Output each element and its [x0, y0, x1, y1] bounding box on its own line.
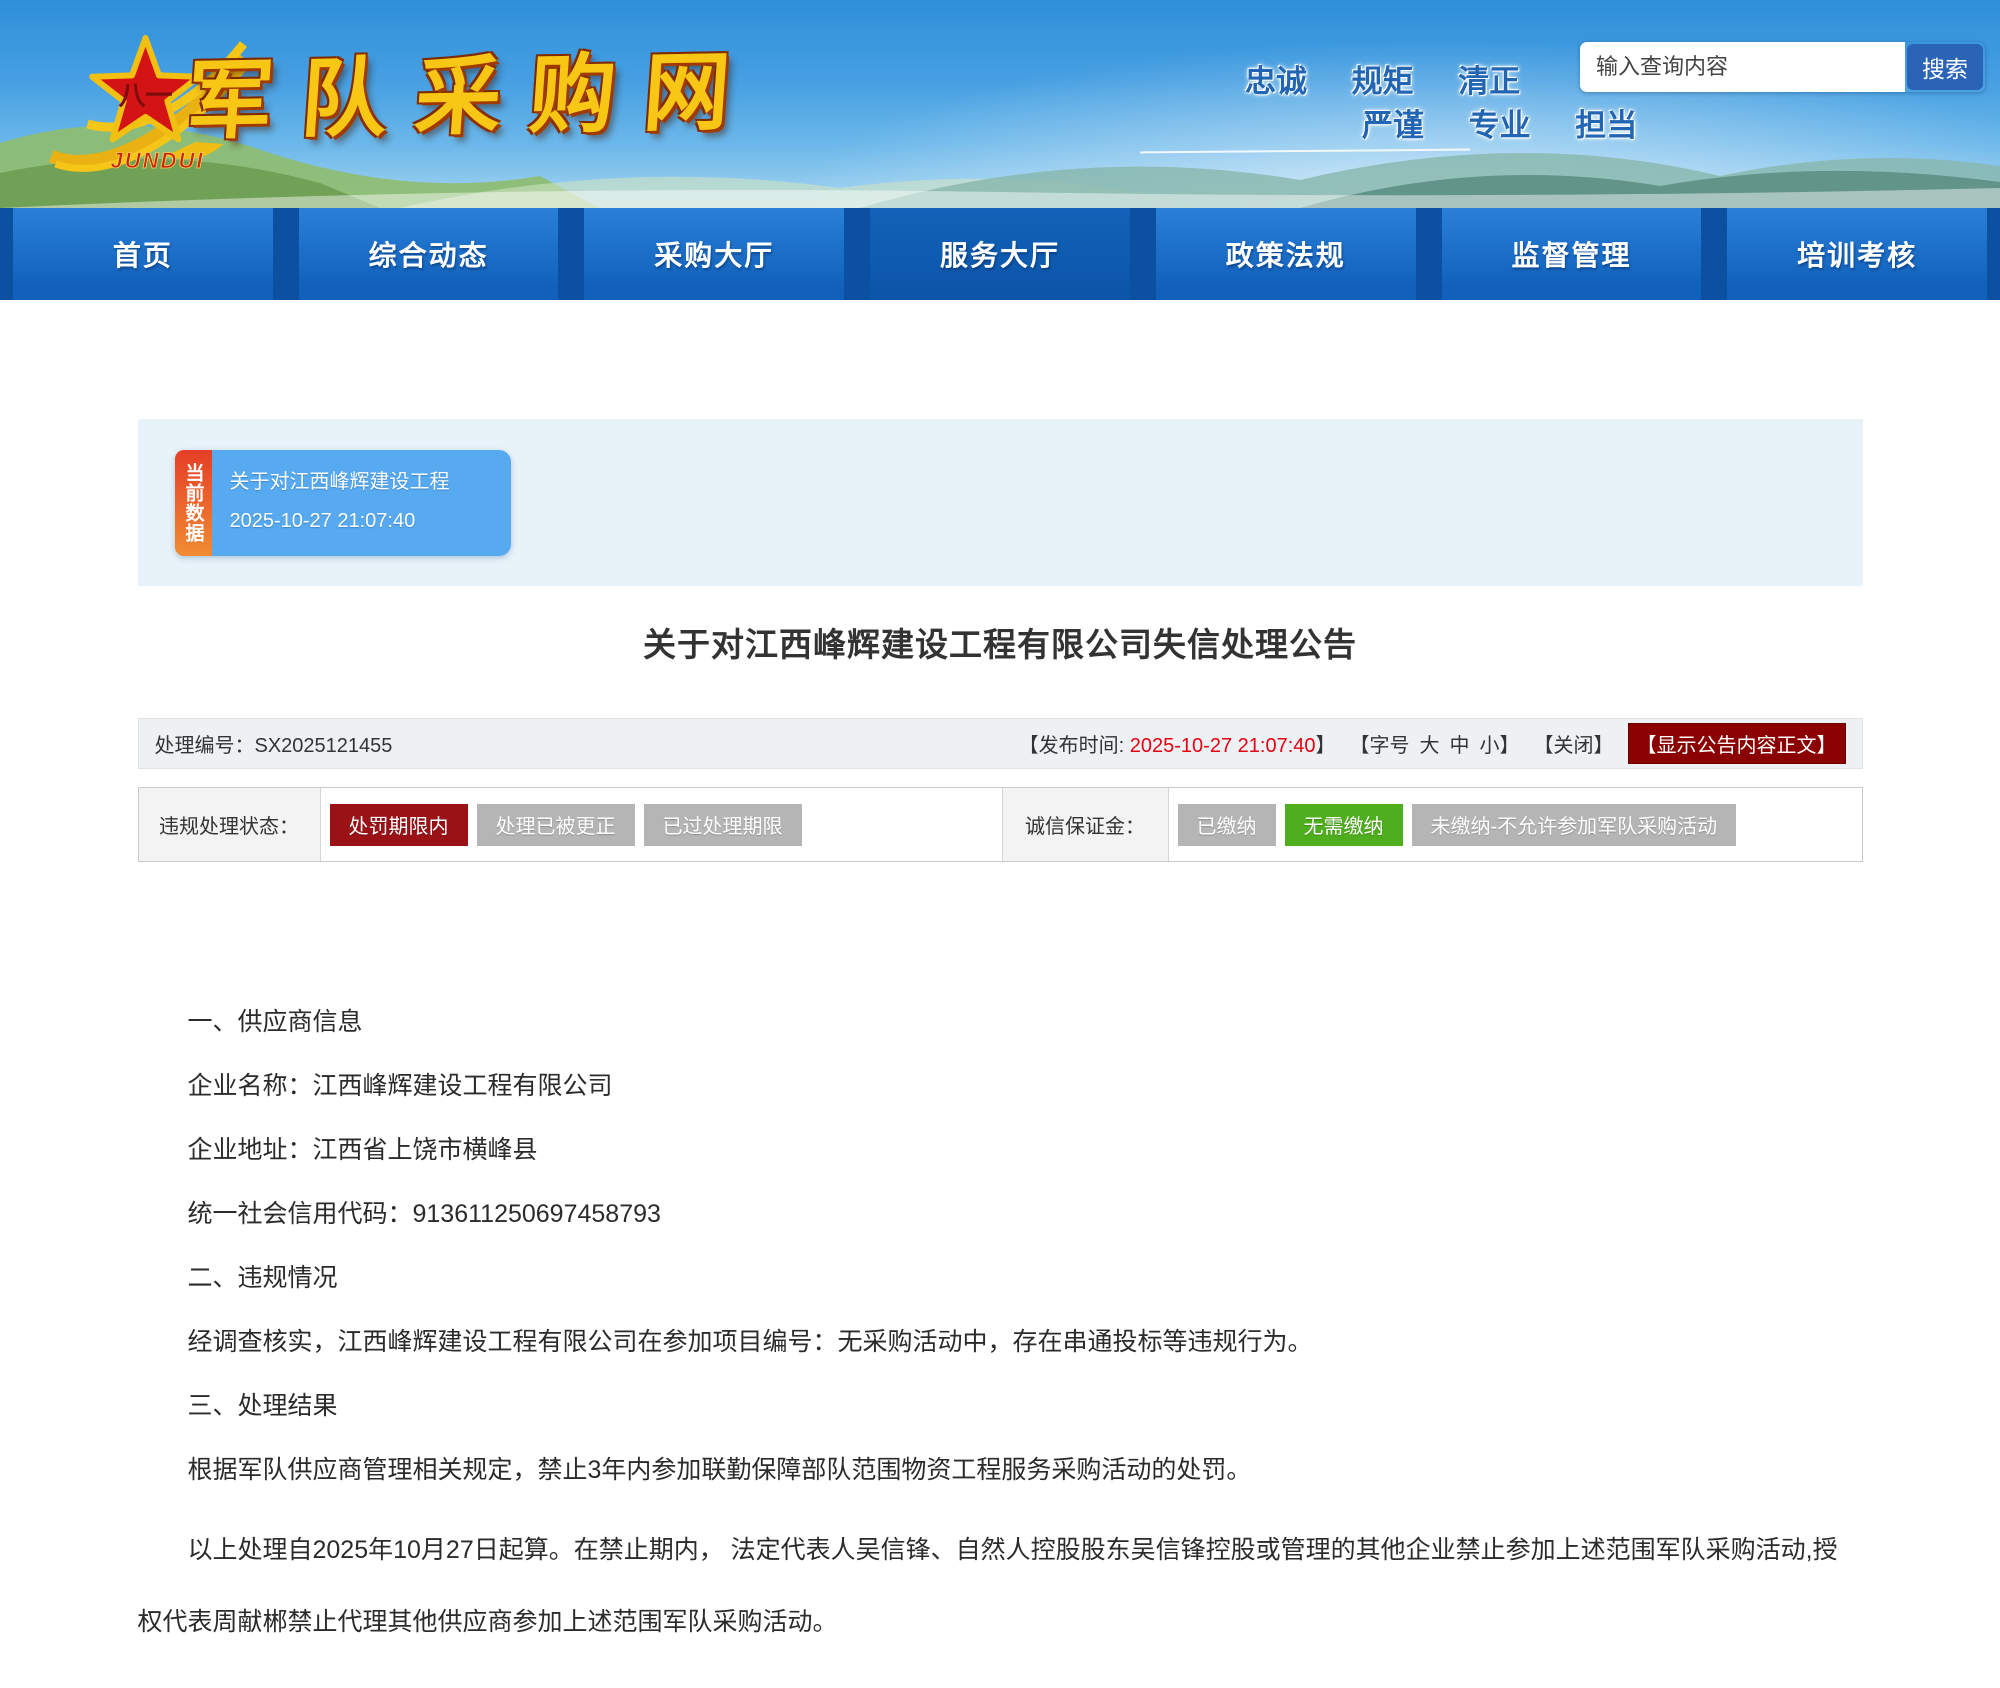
paragraph-penalty-scope: 以上处理自2025年10月27日起算。在禁止期内， 法定代表人吴信锋、自然人控股… — [138, 1514, 1863, 1658]
status-badge-corrected[interactable]: 处理已被更正 — [477, 804, 635, 846]
status-row: 违规处理状态： 处罚期限内 处理已被更正 已过处理期限 诚信保证金： 已缴纳 无… — [138, 787, 1863, 862]
publish-time-prefix: 【发布时间: — [1019, 735, 1130, 757]
paragraph-violation-details: 经调查核实，江西峰辉建设工程有限公司在参加项目编号：无采购活动中，存在串通投标等… — [138, 1322, 1863, 1362]
font-size-control: 【字号大中小】 — [1350, 729, 1520, 758]
violation-status-badges: 处罚期限内 处理已被更正 已过处理期限 — [321, 788, 1003, 861]
slogan-rules: 规矩 — [1352, 64, 1414, 99]
process-number-value: SX2025121455 — [255, 735, 393, 757]
meta-actions: 【发布时间: 2025-10-27 21:07:40】 【字号大中小】 【关闭】… — [1005, 723, 1846, 764]
deposit-badge-not-required[interactable]: 无需缴纳 — [1285, 804, 1403, 846]
deposit-status-label: 诚信保证金： — [1003, 788, 1169, 861]
paragraph-company-address: 企业地址：江西省上饶市横峰县 — [138, 1130, 1863, 1170]
deposit-badge-unpaid-banned[interactable]: 未缴纳-不允许参加军队采购活动 — [1412, 804, 1737, 846]
status-badge-within-penalty-period[interactable]: 处罚期限内 — [330, 804, 468, 846]
section-heading-violation: 二、违规情况 — [138, 1258, 1863, 1298]
current-data-body: 关于对江西峰辉建设工程 2025-10-27 21:07:40 — [212, 450, 511, 556]
slogan-loyalty: 忠诚 — [1245, 64, 1307, 99]
nav-item-supervision[interactable]: 监督管理 — [1442, 208, 1702, 300]
site-title: 军队采购网 — [183, 21, 763, 156]
close-button[interactable]: 【关闭】 — [1534, 729, 1614, 758]
publish-time: 【发布时间: 2025-10-27 21:07:40】 — [1019, 729, 1336, 758]
slogan-rigor: 严谨 — [1362, 108, 1424, 143]
meta-bar: 处理编号：SX2025121455 【发布时间: 2025-10-27 21:0… — [138, 718, 1863, 769]
nav-item-policies[interactable]: 政策法规 — [1156, 208, 1416, 300]
slogan-responsibility: 担当 — [1575, 108, 1637, 143]
search-box: 搜索 — [1580, 42, 1985, 92]
nav-item-home[interactable]: 首页 — [13, 208, 273, 300]
section-heading-result: 三、处理结果 — [138, 1386, 1863, 1426]
slogan-professional: 专业 — [1469, 108, 1531, 143]
font-size-label: 【字号 — [1350, 735, 1410, 757]
slogan-row-2: 严谨 专业 担当 — [1362, 100, 1673, 145]
publish-time-value: 2025-10-27 21:07:40 — [1130, 735, 1316, 757]
search-input[interactable] — [1580, 42, 1905, 92]
font-size-medium-button[interactable]: 中 — [1450, 735, 1470, 757]
font-size-large-button[interactable]: 大 — [1420, 735, 1440, 757]
show-announcement-body-button[interactable]: 【显示公告内容正文】 — [1628, 723, 1846, 764]
violation-status-label: 违规处理状态： — [139, 788, 321, 861]
font-size-small-button[interactable]: 小 — [1480, 735, 1500, 757]
page-title: 关于对江西峰辉建设工程有限公司失信处理公告 — [138, 618, 1863, 666]
nav-item-news[interactable]: 综合动态 — [299, 208, 559, 300]
logo-star-text: 八一 — [119, 81, 173, 111]
paragraph-credit-code: 统一社会信用代码：913611250697458793 — [138, 1194, 1863, 1234]
publish-time-suffix: 】 — [1316, 735, 1336, 757]
section-heading-supplier-info: 一、供应商信息 — [138, 1002, 1863, 1042]
paragraph-company-name: 企业名称：江西峰辉建设工程有限公司 — [138, 1066, 1863, 1106]
current-data-tab: 当前数据 — [175, 450, 212, 556]
process-number: 处理编号：SX2025121455 — [155, 729, 393, 758]
slogan-integrity: 清正 — [1458, 64, 1520, 99]
font-size-suffix: 】 — [1500, 735, 1520, 757]
deposit-badge-paid[interactable]: 已缴纳 — [1178, 804, 1276, 846]
main-nav: 首页 综合动态 采购大厅 服务大厅 政策法规 监督管理 培训考核 — [0, 208, 2000, 300]
nav-item-service-hall[interactable]: 服务大厅 — [870, 208, 1130, 300]
site-header: 八一 JUNDUI 军队采购网 忠诚 规矩 清正 严谨 专业 担当 搜索 — [0, 0, 2000, 208]
main-content: 当前数据 关于对江西峰辉建设工程 2025-10-27 21:07:40 关于对… — [138, 419, 1863, 1658]
search-button[interactable]: 搜索 — [1907, 44, 1983, 90]
nav-item-training[interactable]: 培训考核 — [1727, 208, 1987, 300]
status-badge-period-expired[interactable]: 已过处理期限 — [644, 804, 802, 846]
nav-item-procurement-hall[interactable]: 采购大厅 — [584, 208, 844, 300]
current-data-timestamp: 2025-10-27 21:07:40 — [230, 510, 493, 533]
current-data-card[interactable]: 当前数据 关于对江西峰辉建设工程 2025-10-27 21:07:40 — [175, 450, 511, 556]
process-number-label: 处理编号： — [155, 735, 255, 757]
current-data-title: 关于对江西峰辉建设工程 — [230, 465, 493, 494]
slogan-row-1: 忠诚 规矩 清正 — [1245, 56, 1556, 101]
paragraph-penalty: 根据军队供应商管理相关规定，禁止3年内参加联勤保障部队范围物资工程服务采购活动的… — [138, 1450, 1863, 1490]
current-data-strip: 当前数据 关于对江西峰辉建设工程 2025-10-27 21:07:40 — [138, 419, 1863, 586]
announcement-body: 一、供应商信息 企业名称：江西峰辉建设工程有限公司 企业地址：江西省上饶市横峰县… — [138, 1002, 1863, 1658]
deposit-status-badges: 已缴纳 无需缴纳 未缴纳-不允许参加军队采购活动 — [1169, 788, 1862, 861]
